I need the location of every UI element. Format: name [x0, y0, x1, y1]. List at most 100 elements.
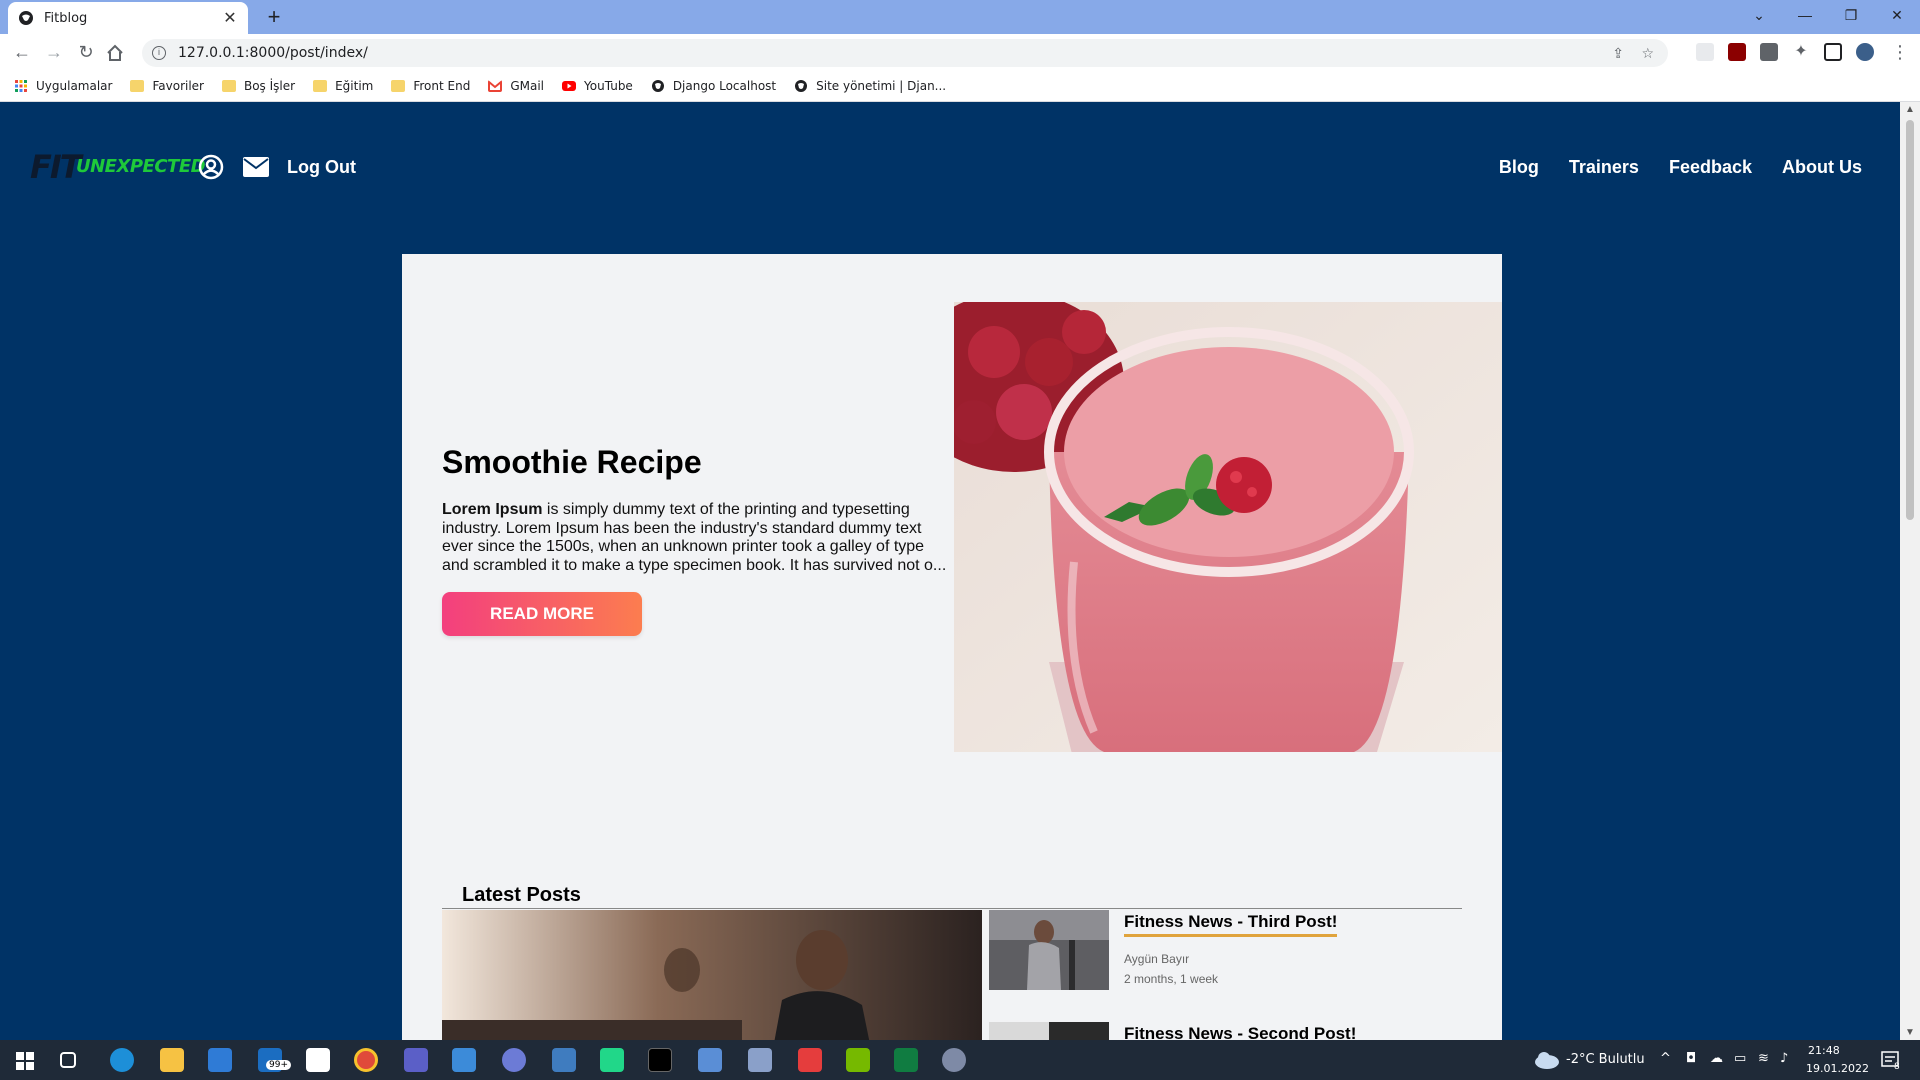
latest-post-item[interactable]: Fitness News - Second Post! [989, 1022, 1469, 1040]
nav-feedback[interactable]: Feedback [1669, 157, 1752, 178]
calculator-app-icon[interactable] [698, 1048, 722, 1072]
globe-icon [19, 11, 33, 25]
folder-icon [391, 79, 406, 92]
script-extension-icon[interactable] [1760, 43, 1778, 61]
volume-icon[interactable]: ♪ [1780, 1051, 1788, 1066]
scroll-down-arrow-icon[interactable]: ▼ [1900, 1027, 1920, 1038]
read-more-button[interactable]: READ MORE [442, 592, 642, 636]
paint-app-icon[interactable] [942, 1048, 966, 1072]
pycharm-app-icon[interactable] [600, 1048, 624, 1072]
bookmark-uygulamalar[interactable]: Uygulamalar [14, 79, 112, 93]
smoothie-image[interactable] [954, 302, 1502, 752]
globe-icon [651, 79, 664, 92]
logout-link[interactable]: Log Out [287, 157, 356, 178]
bookmark-egitim[interactable]: Eğitim [313, 79, 373, 93]
file-explorer-icon[interactable] [160, 1048, 184, 1072]
bookmark-site-yonetimi[interactable]: Site yönetimi | Djan... [794, 79, 946, 93]
share-icon[interactable]: ⇪ [1612, 45, 1624, 62]
folder-icon [221, 79, 236, 92]
home-icon[interactable] [106, 44, 124, 62]
terminal-app-icon[interactable] [648, 1048, 672, 1072]
weather-text[interactable]: -2°C Bulutlu [1566, 1052, 1645, 1067]
eclipse-app-icon[interactable] [502, 1048, 526, 1072]
camera-app-icon[interactable] [748, 1048, 772, 1072]
excel-app-icon[interactable] [894, 1048, 918, 1072]
cloud-weather-icon[interactable] [1534, 1051, 1560, 1069]
folder-icon [313, 79, 328, 92]
featured-post-title[interactable]: Smoothie Recipe [442, 444, 702, 481]
vscode-app-icon[interactable] [452, 1048, 476, 1072]
site-info-icon[interactable]: i [152, 46, 166, 60]
post-thumbnail[interactable] [989, 1022, 1109, 1040]
nav-about-us[interactable]: About Us [1782, 157, 1862, 178]
extensions-puzzle-icon[interactable]: ✦ [1792, 43, 1810, 61]
python-app-icon[interactable] [552, 1048, 576, 1072]
new-tab-button[interactable]: + [260, 4, 288, 30]
tab-close-icon[interactable]: ✕ [222, 8, 238, 28]
mail-icon[interactable] [243, 157, 269, 177]
bookmarks-bar: Uygulamalar Favoriler Boş İşler Eğitim F… [0, 70, 1920, 102]
edge-browser-icon[interactable] [110, 1048, 134, 1072]
dictionary-app-icon[interactable] [306, 1048, 330, 1072]
profile-avatar-icon[interactable] [1856, 43, 1874, 61]
bookmark-star-icon[interactable]: ☆ [1641, 45, 1654, 62]
store-icon[interactable] [208, 1048, 232, 1072]
browser-tab-fitblog[interactable]: Fitblog ✕ [8, 2, 248, 34]
bookmark-youtube[interactable]: YouTube [562, 79, 633, 93]
tray-chevron-icon[interactable]: ^ [1660, 1051, 1671, 1066]
apps-grid-icon [15, 79, 27, 92]
close-window-icon[interactable]: ✕ [1874, 0, 1920, 30]
main-nav: Blog Trainers Feedback About Us [1469, 157, 1862, 178]
scroll-up-arrow-icon[interactable]: ▲ [1900, 104, 1920, 115]
wifi-icon[interactable]: ≋ [1758, 1051, 1769, 1066]
clock-time[interactable]: 21:48 [1808, 1044, 1840, 1057]
user-profile-icon[interactable] [198, 154, 224, 180]
tray-cloud-icon[interactable]: ☁ [1710, 1051, 1723, 1066]
minimize-window-icon[interactable]: — [1782, 0, 1828, 30]
back-arrow-icon[interactable]: ← [10, 40, 34, 64]
latest-post-item[interactable]: Fitness News - Third Post! Aygün Bayır 2… [989, 910, 1469, 1010]
nav-blog[interactable]: Blog [1499, 157, 1539, 178]
globe-icon [795, 79, 808, 92]
bookmark-django-localhost[interactable]: Django Localhost [651, 79, 776, 93]
page-scrollbar[interactable]: ▲ ▼ [1900, 102, 1920, 1040]
restore-window-icon[interactable]: ❐ [1828, 0, 1874, 30]
bookmark-bos-isler[interactable]: Boş İşler [221, 79, 295, 93]
post-title[interactable]: Fitness News - Second Post! [1124, 1024, 1356, 1040]
logo-fit-text: FIT [30, 148, 82, 186]
tab-title: Fitblog [44, 10, 88, 26]
nvidia-app-icon[interactable] [846, 1048, 870, 1072]
task-view-icon[interactable] [60, 1052, 76, 1068]
bookmark-favoriler[interactable]: Favoriler [130, 79, 204, 93]
tab-search-chevron-icon[interactable]: ⌄ [1736, 0, 1782, 30]
excerpt-bold: Lorem Ipsum [442, 501, 543, 518]
ublock-extension-icon[interactable] [1728, 43, 1746, 61]
scrollbar-thumb[interactable] [1906, 120, 1914, 520]
forward-arrow-icon[interactable]: → [42, 40, 66, 64]
reload-icon[interactable]: ↻ [74, 40, 98, 64]
grammarly-extension-icon[interactable] [1696, 43, 1714, 61]
page-viewport: FIT UNEXPECTED Log Out Blog Trainers Fee… [0, 102, 1900, 1040]
chrome-browser-icon[interactable] [354, 1048, 378, 1072]
address-bar[interactable]: i 127.0.0.1:8000/post/index/ ⇪ ☆ [142, 39, 1668, 67]
post-date: 2 months, 1 week [1124, 972, 1219, 986]
post-author: Aygün Bayır [1124, 952, 1190, 966]
tray-device-icon[interactable]: ◘ [1686, 1051, 1696, 1066]
teams-app-icon[interactable] [404, 1048, 428, 1072]
windows-start-icon[interactable] [16, 1052, 34, 1070]
battery-icon[interactable]: ▭ [1734, 1051, 1746, 1066]
notification-badge: 8 [1894, 1062, 1900, 1072]
browser-toolbar: ← → ↻ i 127.0.0.1:8000/post/index/ ⇪ ☆ ✦… [0, 34, 1920, 70]
browser-menu-icon[interactable]: ⋮ [1888, 40, 1912, 64]
latest-featured-image[interactable] [442, 910, 982, 1040]
post-title[interactable]: Fitness News - Third Post! [1124, 912, 1338, 937]
clock-date[interactable]: 19.01.2022 [1806, 1062, 1869, 1075]
latest-posts-heading: Latest Posts [462, 884, 581, 906]
bookmark-gmail[interactable]: GMail [488, 79, 544, 93]
site-logo[interactable]: FIT UNEXPECTED [22, 148, 206, 186]
side-panel-icon[interactable] [1824, 43, 1842, 61]
office-app-icon[interactable] [798, 1048, 822, 1072]
bookmark-front-end[interactable]: Front End [391, 79, 470, 93]
nav-trainers[interactable]: Trainers [1569, 157, 1639, 178]
post-thumbnail[interactable] [989, 910, 1109, 990]
